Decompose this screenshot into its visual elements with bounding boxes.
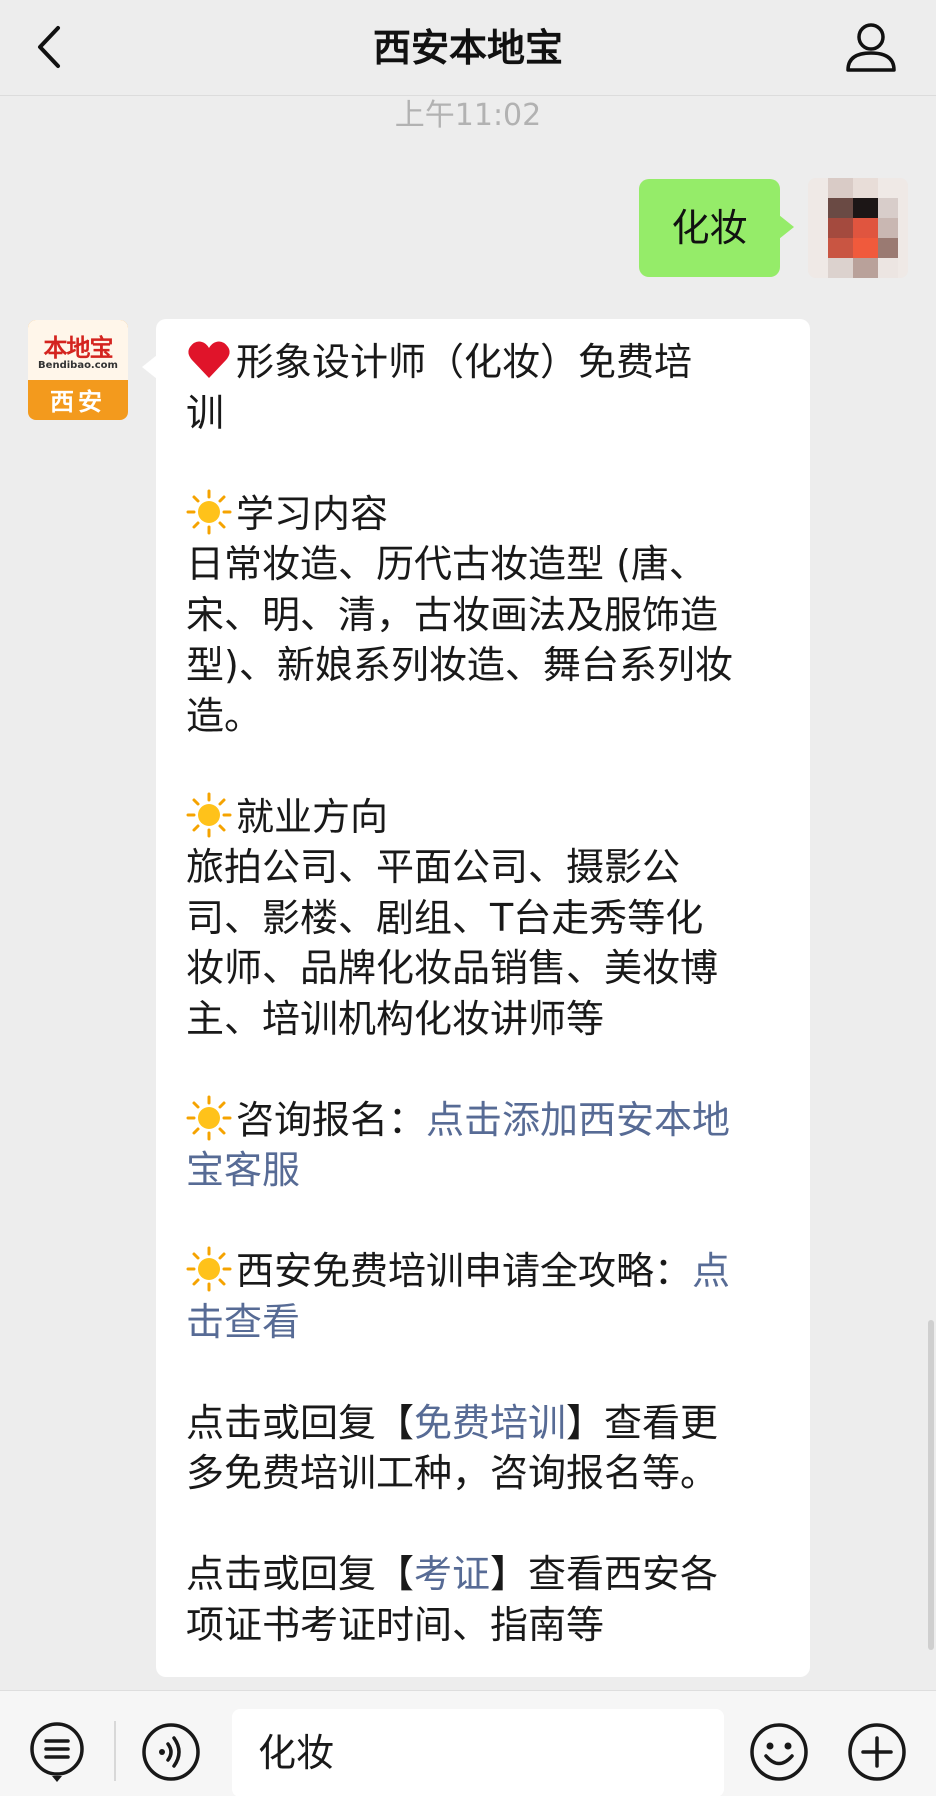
content-line: 旅拍公司、平面公司、摄影公	[186, 845, 681, 889]
menu-list-icon	[30, 1722, 84, 1782]
consult-line: 咨询报名：点击添加西安本地	[186, 1095, 784, 1146]
free-training-link[interactable]: 免费培训	[414, 1401, 566, 1445]
free-training-post: 】查看更	[566, 1400, 719, 1445]
content-line: 司、影楼、剧组、T台走秀等化	[186, 895, 704, 940]
section-title-text: 就业方向	[236, 794, 389, 839]
guide-label: 西安免费培训申请全攻略：	[236, 1249, 693, 1293]
consult-line-cont: 宝客服	[186, 1145, 784, 1196]
chat-title: 西安本地宝	[372, 26, 563, 70]
certificate-post: 】查看西安各	[490, 1552, 719, 1596]
section-title-text: 学习内容	[236, 491, 389, 536]
emoji-icon	[750, 1723, 808, 1781]
sun-icon	[186, 1095, 232, 1140]
section-title-employment: 就业方向	[186, 792, 784, 843]
user-avatar[interactable]	[808, 178, 908, 278]
message-input[interactable]: 化妆	[232, 1709, 724, 1796]
menu-button[interactable]	[26, 1721, 88, 1783]
guide-line: 西安免费培训申请全攻略：点	[186, 1246, 784, 1297]
free-training-line-cont: 多免费培训工种，咨询报名等。	[186, 1451, 719, 1495]
add-customer-service-link-cont[interactable]: 宝客服	[186, 1148, 300, 1192]
voice-icon	[142, 1723, 200, 1781]
plus-icon	[848, 1723, 906, 1781]
sun-icon	[186, 1246, 232, 1292]
chat-scrollbar[interactable]	[928, 1320, 934, 1650]
emoji-button[interactable]	[748, 1721, 810, 1783]
content-line: 宋、明、清，古妆画法及服饰造	[186, 592, 719, 637]
chevron-left-icon	[38, 26, 60, 68]
avatar-domain: Bendibao.com	[38, 360, 118, 371]
certificate-line-cont: 项证书考证时间、指南等	[186, 1602, 605, 1647]
sun-icon	[186, 792, 232, 837]
content-line: 妆师、品牌化妆品销售、美妆博	[186, 946, 719, 990]
headline-text: 形象设计师（化妆）免费培	[236, 340, 693, 384]
content-line: 主、培训机构化妆讲师等	[186, 996, 605, 1041]
incoming-message-bubble: 形象设计师（化妆）免费培 训 学习内容 日常妆造、历代古妆造型 (唐、 宋、明、…	[142, 319, 810, 1677]
guide-line-cont: 击查看	[186, 1297, 784, 1348]
free-training-line: 点击或回复【免费培训】查看更	[186, 1398, 784, 1449]
avatar-city: 西安	[50, 388, 106, 416]
input-bar: 化妆	[0, 1690, 936, 1796]
sun-icon	[186, 489, 232, 534]
profile-button[interactable]	[844, 20, 898, 74]
message-headline: 形象设计师（化妆）免费培	[186, 337, 784, 388]
certificate-link[interactable]: 考证	[414, 1552, 490, 1596]
more-button[interactable]	[846, 1721, 908, 1783]
official-account-avatar[interactable]: 本地宝 Bendibao.com 西安	[28, 320, 128, 420]
chat-header: 西安本地宝	[0, 0, 936, 96]
certificate-line: 点击或回复【考证】查看西安各	[186, 1549, 784, 1600]
content-line: 日常妆造、历代古妆造型 (唐、	[186, 542, 707, 586]
free-training-pre: 点击或回复【	[186, 1400, 415, 1445]
content-line: 型)、新娘系列妆造、舞台系列妆	[186, 643, 733, 687]
person-icon	[846, 23, 896, 72]
back-button[interactable]	[28, 22, 78, 72]
consult-label: 咨询报名：	[236, 1097, 427, 1142]
section-title-content: 学习内容	[186, 489, 784, 540]
headline-text-cont: 训	[186, 390, 225, 435]
add-customer-service-link[interactable]: 点击添加西安本地	[426, 1098, 730, 1142]
view-guide-link-cont[interactable]: 击查看	[186, 1300, 300, 1344]
red-heart-icon	[188, 341, 230, 378]
view-guide-link[interactable]: 点	[692, 1249, 730, 1293]
input-divider	[114, 1721, 116, 1781]
voice-button[interactable]	[140, 1721, 202, 1783]
user-avatar-image	[808, 178, 908, 278]
message-timestamp: 上午11:02	[394, 98, 542, 133]
avatar-brand: 本地宝	[43, 334, 114, 362]
content-line: 造。	[186, 693, 263, 738]
outgoing-message-bubble[interactable]: 化妆	[639, 179, 794, 277]
certificate-pre: 点击或回复【	[186, 1552, 415, 1596]
